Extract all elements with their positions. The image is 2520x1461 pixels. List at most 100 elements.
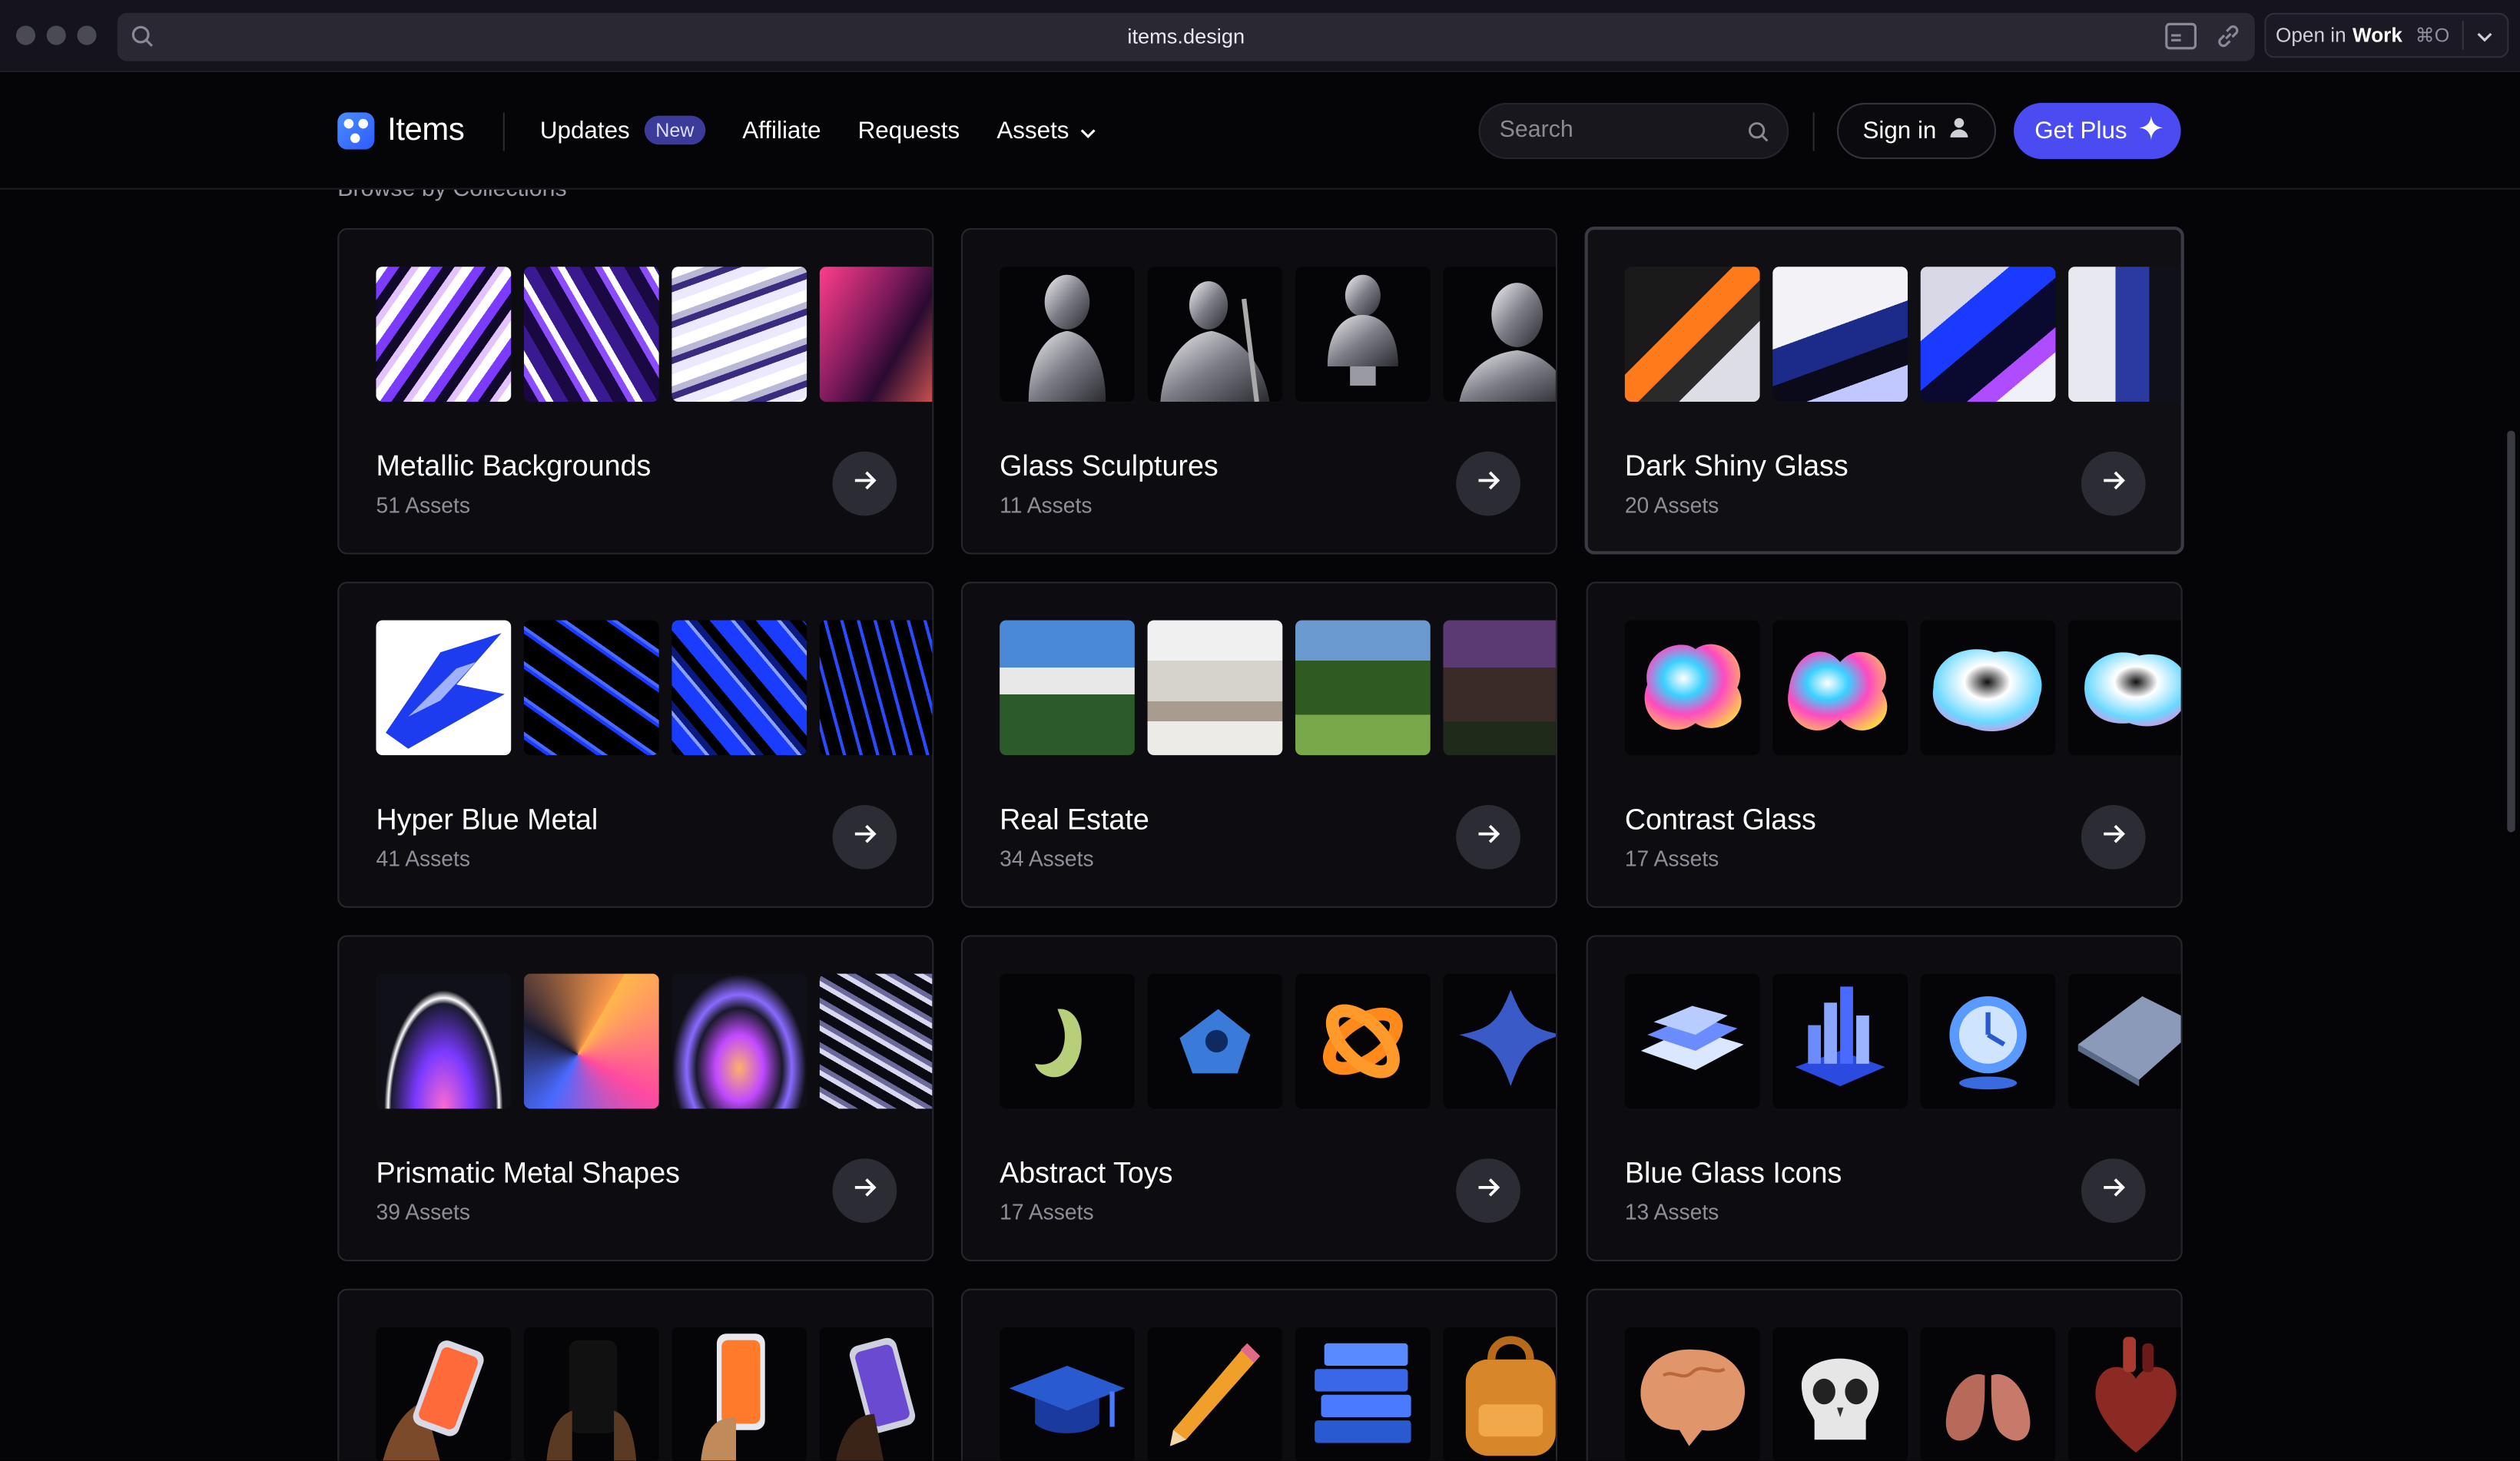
- open-collection-button[interactable]: [2081, 1158, 2146, 1223]
- logo-icon: [337, 112, 375, 150]
- collection-title: Hyper Blue Metal: [376, 803, 598, 836]
- collection-card-dark-shiny-glass[interactable]: Dark Shiny Glass 20 Assets: [1584, 226, 2184, 555]
- user-icon: [1949, 118, 1968, 145]
- thumbnail-image: [1147, 267, 1283, 402]
- collection-title: Contrast Glass: [1624, 803, 1816, 836]
- collection-count: 20 Assets: [1624, 493, 1719, 518]
- collection-thumbnails: [376, 1327, 933, 1461]
- open-collection-button[interactable]: [1456, 451, 1520, 516]
- link-icon[interactable]: [2215, 22, 2243, 58]
- search-icon[interactable]: [1747, 121, 1769, 151]
- collection-thumbnails: [1624, 973, 2181, 1109]
- nav-assets-label: Assets: [996, 116, 1069, 144]
- collection-title: Metallic Backgrounds: [376, 449, 652, 482]
- thumbnail-image: [2068, 620, 2181, 756]
- collection-title: Glass Sculptures: [1000, 449, 1219, 482]
- collection-title: Dark Shiny Glass: [1624, 449, 1849, 482]
- collection-card-glass-sculptures[interactable]: Glass Sculptures 11 Assets: [960, 228, 1557, 555]
- collection-thumbnails: [376, 620, 933, 756]
- collection-card-abstract-toys[interactable]: Abstract Toys 17 Assets: [960, 935, 1557, 1262]
- nav-requests[interactable]: Requests: [858, 117, 960, 144]
- open-collection-button[interactable]: [1456, 1158, 1520, 1223]
- thumbnail-image: [2068, 1327, 2181, 1461]
- thumbnail-image: [1920, 973, 2056, 1109]
- collection-card-phones-in-hand[interactable]: [337, 1288, 934, 1461]
- collection-thumbnails: [1624, 267, 2181, 402]
- search-input[interactable]: [1499, 117, 1741, 144]
- collection-title: Abstract Toys: [1000, 1157, 1173, 1189]
- collection-thumbnails: [1000, 973, 1556, 1109]
- sign-in-button[interactable]: Sign in: [1836, 102, 1997, 160]
- thumbnail-image: [376, 973, 512, 1109]
- logo[interactable]: Items: [337, 112, 465, 150]
- open-collection-button[interactable]: [832, 805, 897, 870]
- thumbnail-image: [376, 1327, 512, 1461]
- thumbnail-image: [1000, 973, 1135, 1109]
- thumbnail-image: [1772, 267, 1908, 402]
- collection-card-contrast-glass[interactable]: Contrast Glass 17 Assets: [1586, 581, 2183, 908]
- scrollbar[interactable]: [2507, 430, 2515, 833]
- thumbnail-image: [523, 267, 659, 402]
- thumbnail-image: [1920, 620, 2056, 756]
- thumbnail-image: [523, 620, 659, 756]
- thumbnail-image: [1443, 973, 1556, 1109]
- open-in-app-button[interactable]: Open in Work ⌘O: [2264, 12, 2509, 58]
- collection-card-blue-glass-icons[interactable]: Blue Glass Icons 13 Assets: [1586, 935, 2183, 1262]
- nav-updates[interactable]: Updates New: [539, 115, 706, 145]
- collection-title: Blue Glass Icons: [1624, 1157, 1842, 1189]
- thumbnail-image: [1000, 620, 1135, 756]
- chevron-down-icon[interactable]: [2477, 24, 2493, 46]
- nav-updates-label: Updates: [539, 116, 630, 144]
- collection-card-metallic-backgrounds[interactable]: Metallic Backgrounds 51 Assets: [337, 228, 934, 555]
- collection-count: 34 Assets: [1000, 846, 1094, 871]
- thumbnail-image: [1443, 1327, 1556, 1461]
- collection-card-education[interactable]: [960, 1288, 1557, 1461]
- collection-title: Real Estate: [1000, 803, 1149, 836]
- arrow-right-icon: [852, 1174, 877, 1208]
- collection-card-anatomy[interactable]: [1586, 1288, 2183, 1461]
- thumbnail-image: [376, 267, 512, 402]
- sparkle-icon: [2138, 115, 2163, 147]
- thumbnail-image: [1443, 620, 1556, 756]
- address-bar[interactable]: items.design: [117, 12, 2255, 61]
- url-text: items.design: [1127, 24, 1245, 48]
- collection-thumbnails: [376, 973, 933, 1109]
- collection-count: 39 Assets: [376, 1200, 470, 1224]
- get-plus-label: Get Plus: [2034, 117, 2127, 145]
- thumbnail-image: [1147, 973, 1283, 1109]
- minimize-window-button[interactable]: [46, 25, 66, 45]
- thumbnail-image: [1295, 1327, 1431, 1461]
- arrow-right-icon: [2101, 1174, 2126, 1208]
- collection-thumbnails: [1624, 1327, 2181, 1461]
- thumbnail-image: [1443, 267, 1556, 402]
- open-collection-button[interactable]: [1456, 805, 1520, 870]
- open-collection-button[interactable]: [832, 451, 897, 516]
- get-plus-button[interactable]: Get Plus: [2014, 102, 2181, 160]
- collection-card-prismatic-metal-shapes[interactable]: Prismatic Metal Shapes 39 Assets: [337, 935, 934, 1262]
- thumbnail-image: [1147, 1327, 1283, 1461]
- logo-text: Items: [387, 112, 465, 148]
- open-collection-button[interactable]: [832, 1158, 897, 1223]
- collection-thumbnails: [1624, 620, 2181, 756]
- reader-mode-icon[interactable]: [2165, 22, 2197, 58]
- thumbnail-image: [2068, 267, 2181, 402]
- search-box: [1478, 102, 1789, 160]
- thumbnail-image: [671, 1327, 807, 1461]
- nav-affiliate[interactable]: Affiliate: [742, 117, 821, 144]
- open-collection-button[interactable]: [2081, 451, 2146, 516]
- collection-title: Prismatic Metal Shapes: [376, 1157, 681, 1189]
- collection-thumbnails: [1000, 267, 1556, 402]
- thumbnail-image: [1920, 267, 2056, 402]
- collection-count: 51 Assets: [376, 493, 470, 518]
- collection-thumbnails: [1000, 1327, 1556, 1461]
- arrow-right-icon: [852, 467, 877, 501]
- thumbnail-image: [671, 620, 807, 756]
- open-collection-button[interactable]: [2081, 805, 2146, 870]
- nav-assets[interactable]: Assets: [996, 117, 1096, 144]
- thumbnail-image: [1295, 267, 1431, 402]
- collection-card-hyper-blue-metal[interactable]: Hyper Blue Metal 41 Assets: [337, 581, 934, 908]
- collection-card-real-estate[interactable]: Real Estate 34 Assets: [960, 581, 1557, 908]
- thumbnail-image: [1000, 267, 1135, 402]
- close-window-button[interactable]: [15, 25, 36, 45]
- zoom-window-button[interactable]: [77, 25, 97, 45]
